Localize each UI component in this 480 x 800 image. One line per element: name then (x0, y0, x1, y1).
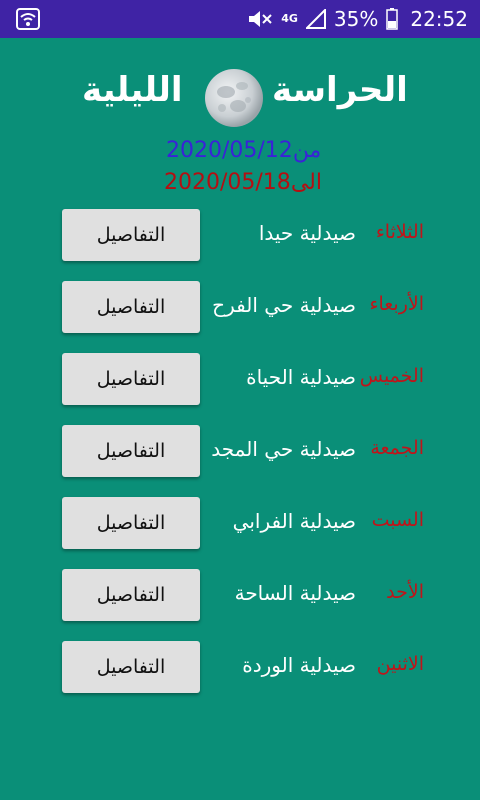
details-button[interactable]: التفاصيل (62, 425, 200, 477)
pharmacy-name: صيدلية حيدا (258, 221, 356, 245)
schedule-row: التفاصيل صيدلية حيدا الثلاثاء (0, 209, 480, 263)
day-label: الأربعاء (369, 293, 424, 315)
status-bar: 4G 35% 22:52 (0, 0, 480, 38)
network-signal-icon (305, 9, 326, 29)
schedule-row: التفاصيل صيدلية الحياة الخميس (0, 353, 480, 407)
details-button[interactable]: التفاصيل (62, 353, 200, 405)
network-type-label: 4G (281, 12, 298, 25)
page-title-night: الليلية (82, 70, 183, 110)
clock: 22:52 (410, 7, 468, 31)
schedule-row: التفاصيل صيدلية الساحة الأحد (0, 569, 480, 623)
page-title-guard: الحراسة (272, 70, 408, 110)
moon-icon (204, 68, 264, 128)
day-label: الاثنين (376, 653, 424, 675)
pharmacy-name: صيدلية الساحة (234, 581, 356, 605)
schedule-row: التفاصيل صيدلية حي الفرح الأربعاء (0, 281, 480, 335)
schedule-row: التفاصيل صيدلية الوردة الاثنين (0, 641, 480, 695)
mute-icon (247, 9, 273, 29)
pharmacy-name: صيدلية الفرابي (232, 509, 356, 533)
schedule-row: التفاصيل صيدلية حي المجد الجمعة (0, 425, 480, 479)
pharmacy-name: صيدلية الوردة (242, 653, 356, 677)
day-label: الجمعة (370, 437, 424, 459)
title-row: الحراسة الليلية (0, 64, 480, 134)
battery-icon (386, 8, 399, 30)
schedule-row: التفاصيل صيدلية الفرابي السبت (0, 497, 480, 551)
battery-percentage: 35% (333, 7, 379, 31)
details-button[interactable]: التفاصيل (62, 281, 200, 333)
day-label: الخميس (359, 365, 424, 387)
details-button[interactable]: التفاصيل (62, 497, 200, 549)
date-from: من2020/05/12 (166, 138, 322, 163)
details-button[interactable]: التفاصيل (62, 641, 200, 693)
date-to: الى2020/05/18 (164, 170, 322, 195)
details-button[interactable]: التفاصيل (62, 209, 200, 261)
day-label: الثلاثاء (375, 221, 424, 243)
day-label: السبت (371, 509, 424, 531)
wifi-icon (16, 8, 40, 30)
details-button[interactable]: التفاصيل (62, 569, 200, 621)
pharmacy-name: صيدلية الحياة (246, 365, 356, 389)
day-label: الأحد (386, 581, 424, 603)
pharmacy-name: صيدلية حي المجد (211, 437, 356, 461)
pharmacy-name: صيدلية حي الفرح (212, 293, 356, 317)
